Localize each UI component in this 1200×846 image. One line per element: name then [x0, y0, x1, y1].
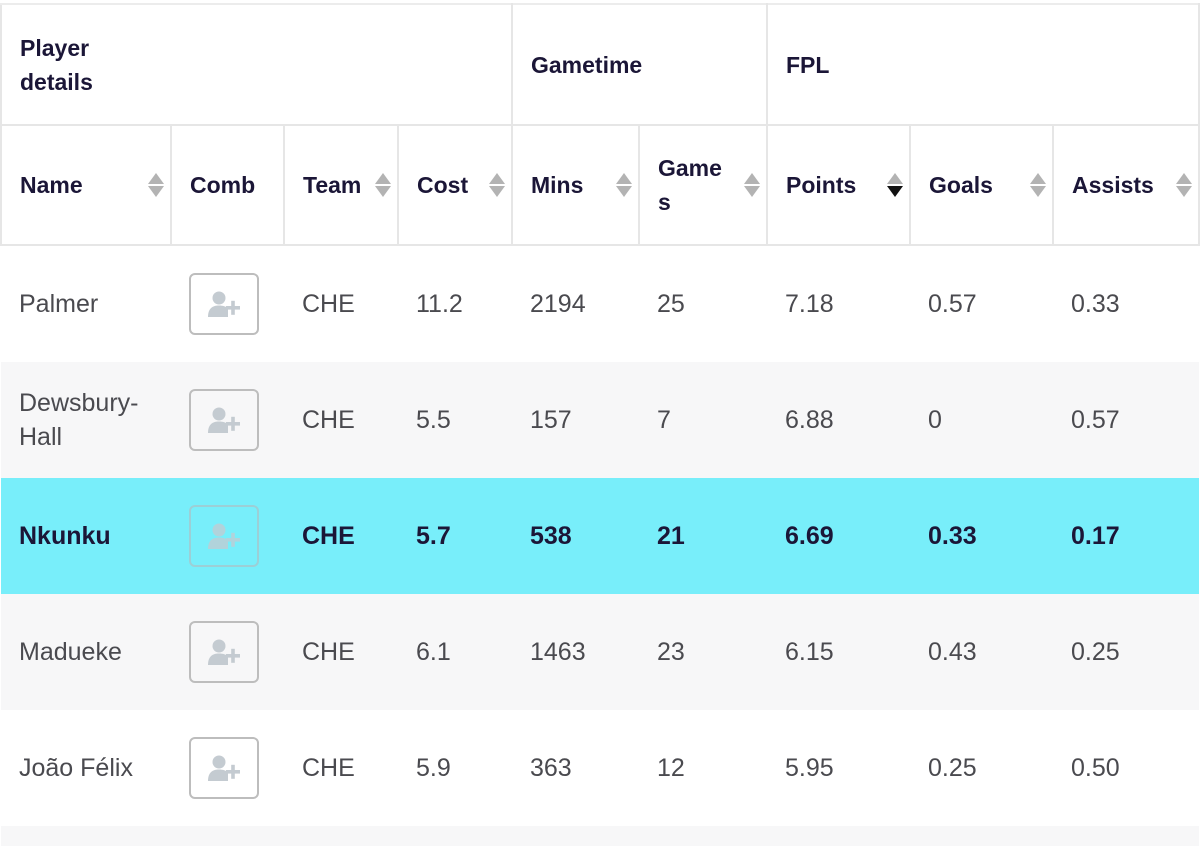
- goals: 0.43: [910, 594, 1053, 710]
- points: 5.95: [767, 710, 910, 826]
- assists: 0.50: [1053, 710, 1200, 826]
- table-row[interactable]: Nkunku CHE 5.7 538 21 6.69 0.33 0.17: [1, 478, 1200, 594]
- player-stats-table: Player details Gametime FPL Name Comb Te…: [0, 3, 1200, 846]
- assists: 0.25: [1053, 594, 1200, 710]
- column-header-name[interactable]: Name: [0, 124, 172, 246]
- add-to-comparison-button[interactable]: [189, 621, 259, 683]
- player-name: Nkunku: [1, 478, 171, 594]
- add-user-icon: [208, 639, 240, 665]
- column-header-label: Goals: [929, 172, 993, 198]
- column-header-comb: Comb: [170, 124, 285, 246]
- column-header-label: Games: [658, 155, 722, 215]
- column-header-label: Mins: [531, 172, 584, 198]
- table-row-partial-cell: [1, 826, 1200, 846]
- column-header-label: Team: [303, 172, 362, 198]
- points: 7.18: [767, 245, 910, 362]
- goals: 0.33: [910, 478, 1053, 594]
- assists: 0.17: [1053, 478, 1200, 594]
- column-header-label: Assists: [1072, 172, 1154, 198]
- mins: 538: [512, 478, 639, 594]
- sort-icon[interactable]: [375, 172, 391, 198]
- comb-cell: [171, 362, 284, 478]
- comb-cell: [171, 245, 284, 362]
- mins: 157: [512, 362, 639, 478]
- column-header-mins[interactable]: Mins: [511, 124, 640, 246]
- team: CHE: [284, 478, 398, 594]
- team: CHE: [284, 245, 398, 362]
- add-to-comparison-button[interactable]: [189, 273, 259, 335]
- add-user-icon: [208, 407, 240, 433]
- comb-cell: [171, 478, 284, 594]
- table-row[interactable]: João Félix CHE 5.9 363 12 5.95 0.25 0.50: [1, 710, 1200, 826]
- sort-icon[interactable]: [1176, 172, 1193, 198]
- games: 12: [639, 710, 767, 826]
- player-name: Palmer: [1, 245, 171, 362]
- table-body: Palmer CHE 11.2 2194 25 7.18 0.57 0.33 D…: [1, 245, 1200, 846]
- assists: 0.33: [1053, 245, 1200, 362]
- table-row-partial: [1, 826, 1200, 846]
- group-header-fpl: FPL: [765, 3, 1200, 126]
- points: 6.69: [767, 478, 910, 594]
- cost: 11.2: [398, 245, 512, 362]
- assists: 0.57: [1053, 362, 1200, 478]
- add-user-icon: [208, 755, 240, 781]
- player-name: Dewsbury-Hall: [1, 362, 171, 478]
- cost: 5.9: [398, 710, 512, 826]
- mins: 363: [512, 710, 639, 826]
- table-row[interactable]: Madueke CHE 6.1 1463 23 6.15 0.43 0.25: [1, 594, 1200, 710]
- games: 7: [639, 362, 767, 478]
- games: 21: [639, 478, 767, 594]
- cost: 5.7: [398, 478, 512, 594]
- column-group-header-row: Player details Gametime FPL: [0, 3, 1200, 126]
- team: CHE: [284, 594, 398, 710]
- table-row[interactable]: Palmer CHE 11.2 2194 25 7.18 0.57 0.33: [1, 245, 1200, 362]
- group-header-player-details: Player details: [0, 3, 513, 126]
- sort-descending-icon[interactable]: [887, 172, 903, 198]
- column-header-row: Name Comb Team Cost Mins Games Points Go…: [0, 124, 1200, 246]
- column-header-games[interactable]: Games: [638, 124, 768, 246]
- sort-icon[interactable]: [1030, 172, 1046, 198]
- goals: 0.25: [910, 710, 1053, 826]
- add-to-comparison-button[interactable]: [189, 737, 259, 799]
- add-user-icon: [208, 291, 240, 317]
- player-name: João Félix: [1, 710, 171, 826]
- group-header-label: Player details: [20, 34, 93, 95]
- points: 6.88: [767, 362, 910, 478]
- player-name: Madueke: [1, 594, 171, 710]
- games: 25: [639, 245, 767, 362]
- column-header-points[interactable]: Points: [766, 124, 911, 246]
- add-to-comparison-button[interactable]: [189, 505, 259, 567]
- cost: 6.1: [398, 594, 512, 710]
- games: 23: [639, 594, 767, 710]
- column-header-label: Points: [786, 172, 857, 198]
- column-header-label: Cost: [417, 172, 469, 198]
- column-header-label: Comb: [190, 172, 256, 198]
- team: CHE: [284, 362, 398, 478]
- table-row[interactable]: Dewsbury-Hall CHE 5.5 157 7 6.88 0 0.57: [1, 362, 1200, 478]
- column-header-label: Name: [20, 172, 83, 198]
- sort-icon[interactable]: [744, 172, 760, 198]
- mins: 2194: [512, 245, 639, 362]
- goals: 0: [910, 362, 1053, 478]
- column-header-goals[interactable]: Goals: [909, 124, 1054, 246]
- column-header-assists[interactable]: Assists: [1051, 124, 1200, 246]
- column-header-cost[interactable]: Cost: [397, 124, 513, 246]
- add-user-icon: [208, 523, 240, 549]
- column-header-team[interactable]: Team: [283, 124, 399, 246]
- sort-icon[interactable]: [148, 172, 164, 198]
- sort-icon[interactable]: [489, 172, 505, 198]
- team: CHE: [284, 710, 398, 826]
- mins: 1463: [512, 594, 639, 710]
- add-to-comparison-button[interactable]: [189, 389, 259, 451]
- goals: 0.57: [910, 245, 1053, 362]
- comb-cell: [171, 594, 284, 710]
- sort-icon[interactable]: [616, 172, 632, 198]
- cost: 5.5: [398, 362, 512, 478]
- comb-cell: [171, 710, 284, 826]
- group-header-gametime: Gametime: [511, 3, 768, 126]
- points: 6.15: [767, 594, 910, 710]
